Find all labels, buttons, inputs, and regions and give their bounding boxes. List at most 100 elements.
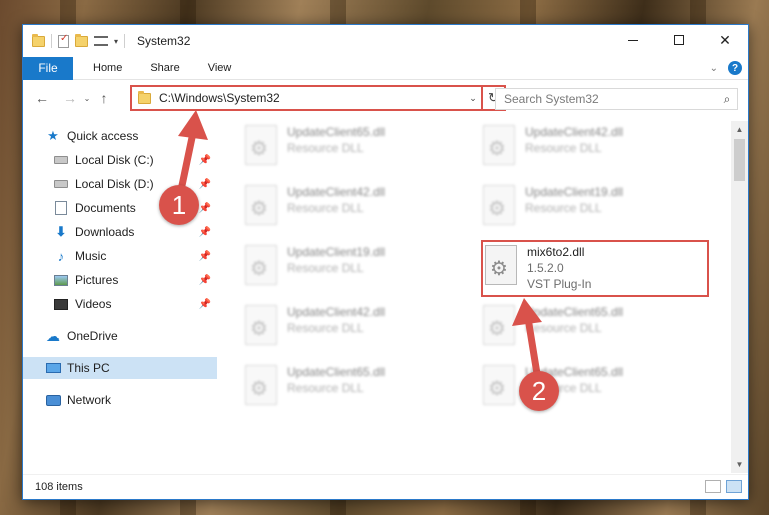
toolbar-divider <box>124 34 126 48</box>
toolbar-divider <box>51 34 52 48</box>
scroll-up-icon[interactable]: ▲ <box>731 121 748 138</box>
file-type: Resource DLL <box>287 381 364 395</box>
address-path[interactable]: C:\Windows\System32 <box>159 91 465 105</box>
properties-icon[interactable] <box>58 33 69 48</box>
highlight-box <box>481 240 709 297</box>
sidebar-item-label: Network <box>67 393 112 407</box>
back-button[interactable]: ← <box>31 90 53 106</box>
customize-view-icon[interactable] <box>94 36 108 46</box>
search-input[interactable] <box>496 92 717 106</box>
tiles-view-icon[interactable] <box>726 480 742 493</box>
ribbon-tabs: File Home Share View ⌄ ? <box>23 56 748 80</box>
file-name: UpdateClient42.dll <box>287 305 386 319</box>
folder-icon <box>138 90 151 104</box>
minimize-button[interactable] <box>610 25 656 55</box>
tab-file[interactable]: File <box>23 56 73 80</box>
sidebar-item-label: Music <box>75 249 107 263</box>
tab-share[interactable]: Share <box>136 57 193 80</box>
view-toggle <box>705 480 742 493</box>
scrollbar-thumb[interactable] <box>734 139 745 181</box>
close-button[interactable]: ✕ <box>702 25 748 55</box>
file-explorer-window: ▾ System32 ✕ File Home Share View ⌄ ? ← … <box>22 24 749 500</box>
file-item[interactable]: UpdateClient65.dll Resource DLL <box>245 365 475 421</box>
sidebar-item-music[interactable]: ♪ Music 📌 <box>23 245 217 267</box>
address-dropdown-icon[interactable]: ⌄ <box>465 93 481 104</box>
sidebar-item-label: Downloads <box>75 225 135 239</box>
dll-file-icon <box>245 245 277 285</box>
sidebar-item-pictures[interactable]: Pictures 📌 <box>23 269 217 291</box>
network-icon <box>45 393 61 407</box>
file-item[interactable]: UpdateClient42.dll Resource DLL <box>483 125 713 181</box>
forward-button[interactable]: → <box>59 90 81 106</box>
sidebar-item-label: Local Disk (C:) <box>75 153 154 167</box>
file-item[interactable]: UpdateClient19.dll Resource DLL <box>483 185 713 241</box>
up-button[interactable]: ↑ <box>93 90 115 106</box>
file-type: Resource DLL <box>525 201 602 215</box>
dll-file-icon <box>245 125 277 165</box>
drive-icon <box>53 177 69 191</box>
drive-icon <box>53 153 69 167</box>
file-name: UpdateClient65.dll <box>525 305 624 319</box>
file-type: Resource DLL <box>287 261 364 275</box>
help-icon[interactable]: ? <box>728 61 742 75</box>
sidebar-item-downloads[interactable]: ⬇ Downloads 📌 <box>23 221 217 243</box>
star-icon: ★ <box>47 128 59 143</box>
sidebar-item-network[interactable]: Network <box>23 389 217 411</box>
file-name: UpdateClient65.dll <box>287 365 386 379</box>
recent-locations-dropdown[interactable]: ⌄ <box>81 94 93 103</box>
file-type: Resource DLL <box>287 141 364 155</box>
pin-icon: 📌 <box>198 154 211 166</box>
vertical-scrollbar[interactable]: ▲ ▼ <box>731 121 748 473</box>
new-folder-icon[interactable] <box>75 33 88 47</box>
scroll-down-icon[interactable]: ▼ <box>731 456 748 473</box>
search-icon[interactable]: ⌕ <box>717 92 737 107</box>
quick-access-toolbar: ▾ <box>23 33 126 48</box>
search-box[interactable]: ⌕ <box>495 88 738 110</box>
music-icon: ♪ <box>57 248 65 264</box>
navigation-bar: ← → ⌄ ↑ C:\Windows\System32 ⌄ ↻ ⌕ <box>23 81 748 115</box>
file-item[interactable]: UpdateClient65.dll Resource DLL <box>483 305 713 361</box>
file-item[interactable]: UpdateClient65.dll Resource DLL <box>483 365 713 421</box>
tab-view[interactable]: View <box>194 57 246 80</box>
window-controls: ✕ <box>610 25 748 55</box>
pictures-icon <box>53 273 69 287</box>
file-name: UpdateClient19.dll <box>287 245 386 259</box>
file-type: Resource DLL <box>287 321 364 335</box>
step-2-badge: 2 <box>519 371 559 411</box>
file-item[interactable]: UpdateClient65.dll Resource DLL <box>245 125 475 181</box>
pin-icon: 📌 <box>198 202 211 214</box>
ribbon-controls: ⌄ ? <box>710 61 742 75</box>
window-title: System32 <box>137 34 191 48</box>
sidebar-item-label: Pictures <box>75 273 119 287</box>
file-type: Resource DLL <box>525 321 602 335</box>
sidebar-item-label: This PC <box>67 361 110 375</box>
file-item[interactable]: UpdateClient42.dll Resource DLL <box>245 185 475 241</box>
sidebar-item-label: Quick access <box>67 129 139 143</box>
maximize-button[interactable] <box>656 25 702 55</box>
item-count: 108 items <box>35 481 83 493</box>
sidebar-item-local-disk-c[interactable]: Local Disk (C:) 📌 <box>23 149 217 171</box>
dll-file-icon <box>483 125 515 165</box>
sidebar-item-label: Videos <box>75 297 112 311</box>
file-item[interactable]: UpdateClient19.dll Resource DLL <box>245 245 475 301</box>
file-item[interactable]: UpdateClient42.dll Resource DLL <box>245 305 475 361</box>
dll-file-icon <box>245 185 277 225</box>
step-1-badge: 1 <box>159 185 199 225</box>
videos-icon <box>53 297 69 311</box>
sidebar-item-onedrive[interactable]: ☁ OneDrive <box>23 325 217 347</box>
dll-file-icon <box>483 185 515 225</box>
sidebar-item-quick-access[interactable]: ★ Quick access <box>23 125 217 147</box>
sidebar-item-this-pc[interactable]: This PC <box>23 357 217 379</box>
pin-icon: 📌 <box>198 226 211 238</box>
address-bar[interactable]: C:\Windows\System32 ⌄ <box>130 85 483 111</box>
details-view-icon[interactable] <box>705 480 721 493</box>
sidebar-item-videos[interactable]: Videos 📌 <box>23 293 217 315</box>
pc-icon <box>45 361 61 375</box>
tab-home[interactable]: Home <box>73 57 136 80</box>
customize-toolbar-dropdown-icon[interactable]: ▾ <box>114 37 118 46</box>
file-type: Resource DLL <box>287 201 364 215</box>
file-name: UpdateClient42.dll <box>287 185 386 199</box>
expand-ribbon-icon[interactable]: ⌄ <box>710 63 718 74</box>
sidebar-item-label: Local Disk (D:) <box>75 177 154 191</box>
navigation-pane: ★ Quick access Local Disk (C:) 📌 Local D… <box>23 121 217 473</box>
